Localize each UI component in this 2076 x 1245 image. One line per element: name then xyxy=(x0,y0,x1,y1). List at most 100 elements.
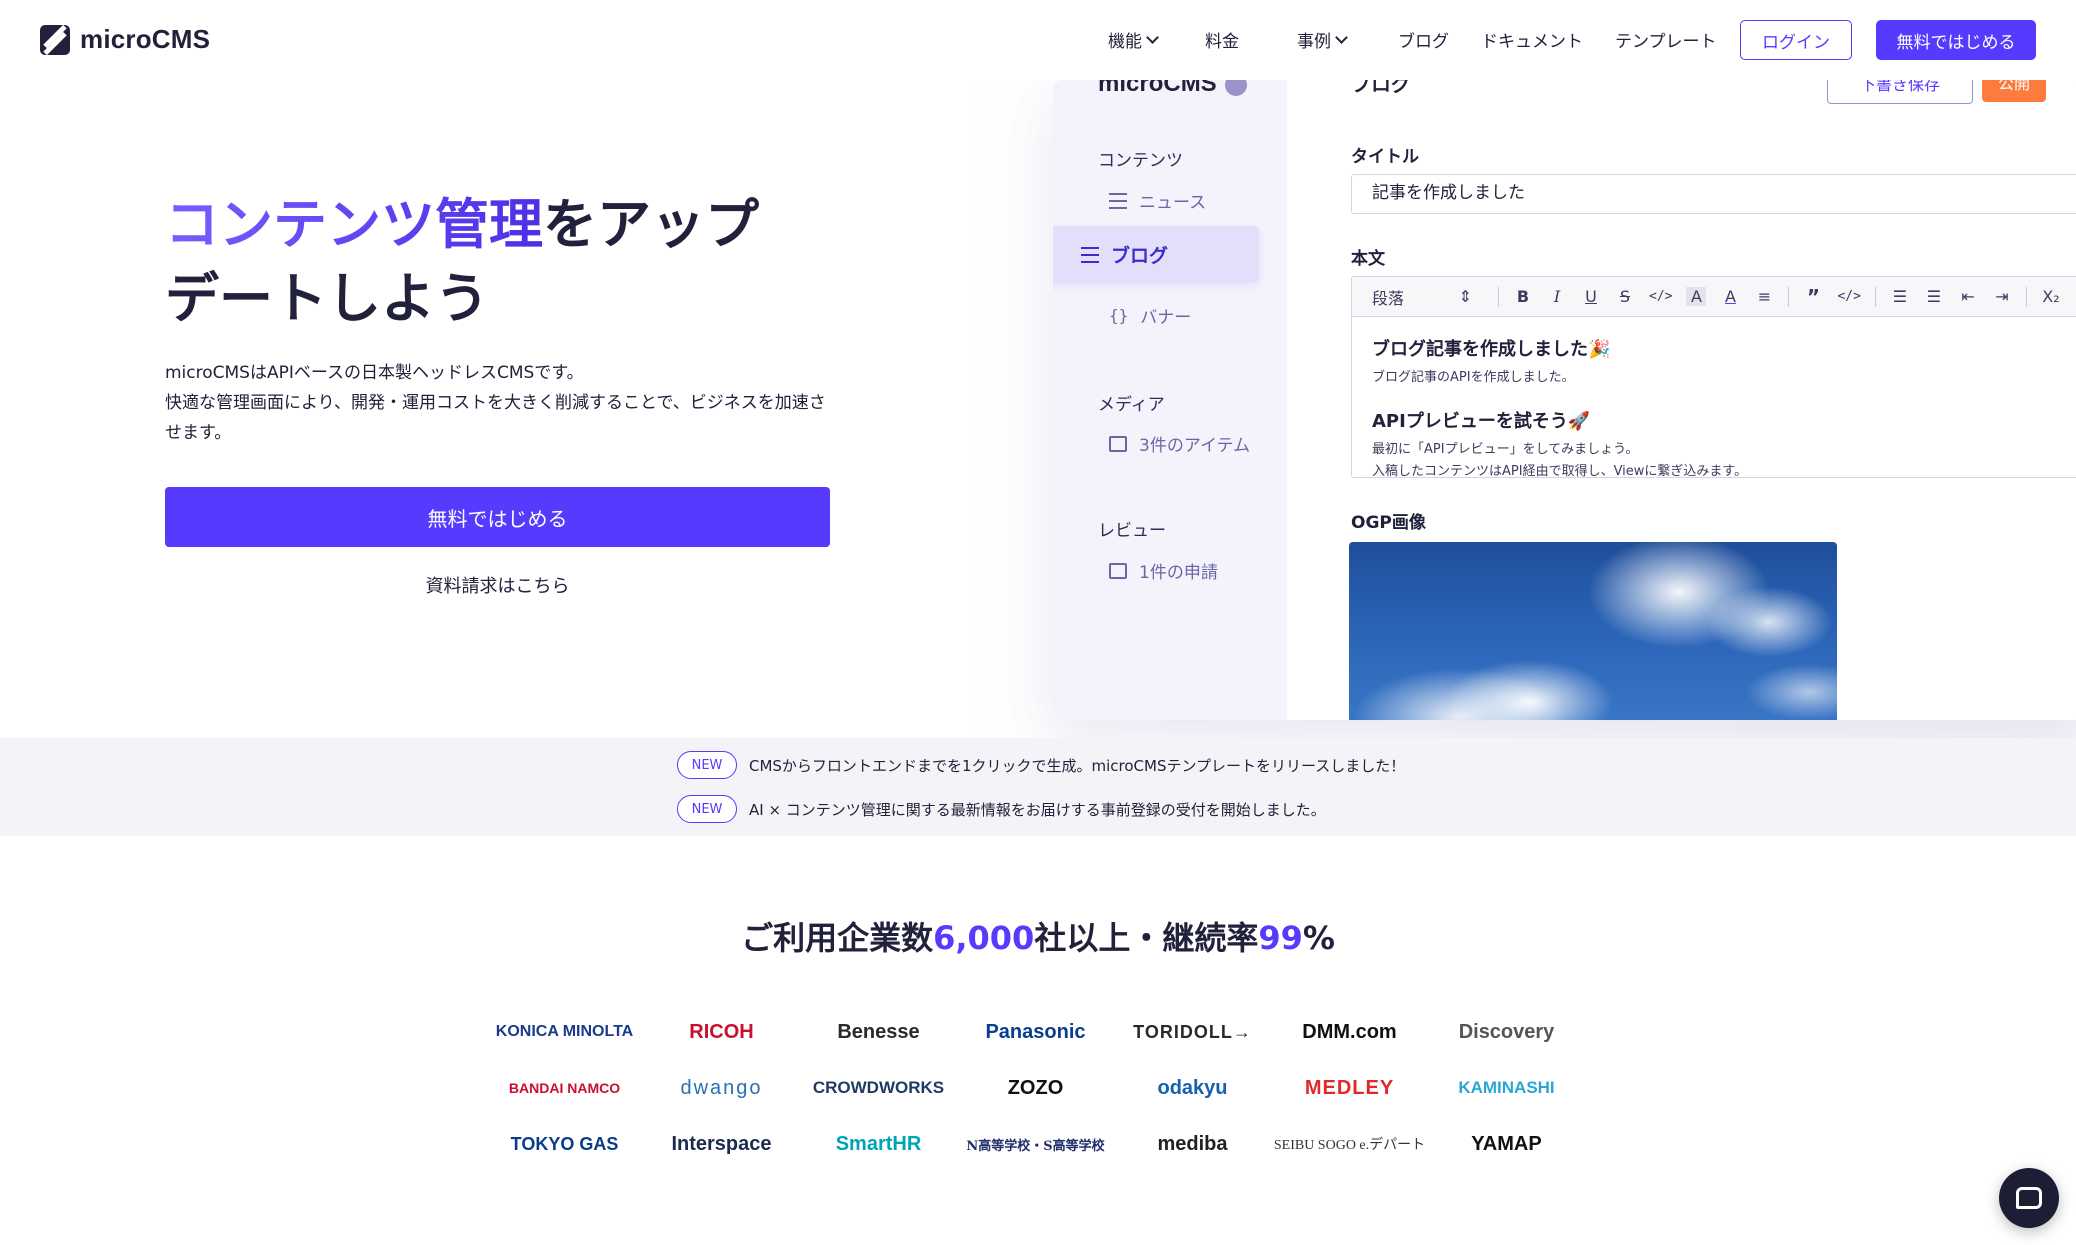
mock-brand: microCMS xyxy=(1098,80,1217,97)
toolbar-divider xyxy=(1788,286,1790,307)
sidebar-item-label: 1件の申請 xyxy=(1139,563,1218,583)
mock-title-label: タイトル xyxy=(1351,147,1419,167)
site-logo[interactable]: microCMS xyxy=(40,24,210,55)
logo-kaminashi: KAMINASHI xyxy=(1458,1078,1555,1097)
mock-editor-toolbar: 段落 ⇕ B I U S </> A A ≡ ” </> ☰ ☰ ⇤ ⇥ X₂ xyxy=(1352,277,2076,317)
sidebar-item-review: 1件の申請 xyxy=(1109,558,1218,583)
logo-bandai-namco: BANDAI NAMCO xyxy=(508,1080,621,1096)
sidebar-item-news: ニュース xyxy=(1109,188,1206,213)
highlight-icon: A xyxy=(1686,287,1707,306)
toolbar-divider xyxy=(1498,286,1499,307)
chevron-down-icon xyxy=(1146,30,1159,44)
paragraph-select-value: 段落 xyxy=(1372,288,1405,308)
inline-code-icon: </> xyxy=(1649,289,1673,304)
usage-stats-heading: ご利用企業数6,000社以上・継続率99% xyxy=(0,913,2076,959)
main-nav: 機能 料金 事例 ブログ ドキュメント テンプレート xyxy=(1108,27,1717,52)
sidebar-section-media: メディア xyxy=(1098,395,1165,415)
app-screenshot-mock: microCMS コンテンツ ニュース ブログ {} バナー メディア 3件のア… xyxy=(1053,80,2076,720)
mock-sidebar: microCMS コンテンツ ニュース ブログ {} バナー メディア 3件のア… xyxy=(1053,80,1287,720)
stats-middle: 社以上・継続率 xyxy=(1034,919,1259,957)
paragraph-select: 段落 ⇕ xyxy=(1372,285,1484,309)
mock-breadcrumb: ブログ xyxy=(1351,80,1411,96)
news-bar: NEW CMSからフロントエンドまでを1クリックで生成。microCMSテンプレ… xyxy=(0,738,2076,836)
chat-icon xyxy=(1109,562,1127,579)
bold-icon: B xyxy=(1516,287,1530,306)
chat-support-button[interactable] xyxy=(1999,1168,2059,1228)
header-start-free-button[interactable]: 無料ではじめる xyxy=(1876,20,2036,60)
nav-item-templates[interactable]: テンプレート xyxy=(1615,27,1717,52)
stats-companies: 6,000 xyxy=(933,919,1035,957)
strikethrough-icon: S xyxy=(1619,287,1631,306)
site-header: microCMS 機能 料金 事例 ブログ ドキュメント テンプレート ログイン… xyxy=(0,0,2076,80)
nav-label: ブログ xyxy=(1398,32,1449,52)
nav-item-blog[interactable]: ブログ xyxy=(1398,27,1449,52)
hero-title-rest-1: をアップ xyxy=(543,193,759,256)
new-badge: NEW xyxy=(677,751,737,779)
logo-row: KONICA MINOLTA RICOH Benesse Panasonic T… xyxy=(486,1004,1586,1060)
sidebar-item-blog: ブログ xyxy=(1081,241,1168,268)
mock-publish-button: 公開 xyxy=(1982,80,2046,102)
logo-ricoh: RICOH xyxy=(689,1020,754,1043)
new-badge: NEW xyxy=(677,795,737,823)
logo-dmm: DMM.com xyxy=(1302,1020,1397,1043)
bullet-list-icon: ☰ xyxy=(1926,287,1942,306)
align-icon: ≡ xyxy=(1757,287,1772,306)
nav-item-docs[interactable]: ドキュメント xyxy=(1481,27,1583,52)
logo-text: microCMS xyxy=(80,24,211,54)
nav-label: 機能 xyxy=(1108,32,1142,52)
ordered-list-icon: ☰ xyxy=(1892,287,1908,306)
logo-interspace: Interspace xyxy=(671,1132,772,1155)
news-item[interactable]: NEW AI × コンテンツ管理に関する最新情報をお届けする事前登録の受付を開始… xyxy=(677,795,1326,823)
logo-smarthr: SmartHR xyxy=(835,1132,922,1155)
news-text: AI × コンテンツ管理に関する最新情報をお届けする事前登録の受付を開始しました… xyxy=(749,800,1326,819)
quote-icon: ” xyxy=(1806,284,1821,309)
nav-label: 料金 xyxy=(1205,32,1239,52)
editor-heading-2: APIプレビューを試そう🚀 xyxy=(1372,411,1591,432)
sidebar-item-label: ブログ xyxy=(1111,245,1169,267)
hero-desc-line-1: microCMSはAPIベースの日本製ヘッドレスCMSです。 xyxy=(165,363,584,383)
logo-benesse: Benesse xyxy=(837,1020,920,1043)
stats-suffix: % xyxy=(1302,919,1335,957)
document-request-link[interactable]: 資料請求はこちら xyxy=(165,572,830,598)
mock-editor-pane: ブログ 下書き保存 公開 タイトル 記事を作成しました 本文 段落 ⇕ B I … xyxy=(1287,80,2076,720)
mock-save-draft-button: 下書き保存 xyxy=(1827,80,1973,104)
logo-panasonic: Panasonic xyxy=(985,1020,1086,1043)
nav-item-pricing[interactable]: 料金 xyxy=(1205,27,1239,52)
chevron-down-icon xyxy=(1335,30,1348,44)
news-item[interactable]: NEW CMSからフロントエンドまでを1クリックで生成。microCMSテンプレ… xyxy=(677,751,1405,779)
toolbar-divider xyxy=(2025,286,2027,307)
gear-icon xyxy=(1225,80,1247,96)
logo-zozo: ZOZO xyxy=(1007,1076,1064,1099)
nav-label: ドキュメント xyxy=(1481,32,1583,52)
italic-icon: I xyxy=(1553,287,1561,306)
editor-paragraph-2: 最初に「APIプレビュー」をしてみましょう。 xyxy=(1372,442,1639,457)
nav-item-features[interactable]: 機能 xyxy=(1108,27,1159,52)
logo-row: BANDAI NAMCO dwango CROWDWORKS ZOZO odak… xyxy=(486,1060,1586,1116)
chat-bubble-icon xyxy=(2016,1187,2042,1209)
mock-rich-editor: 段落 ⇕ B I U S </> A A ≡ ” </> ☰ ☰ ⇤ ⇥ X₂ … xyxy=(1351,276,2076,478)
mock-editor-body: ブログ記事を作成しました🎉 ブログ記事のAPIを作成しました。 APIプレビュー… xyxy=(1352,317,2076,477)
logo-toridoll: TORIDOLL→ xyxy=(1133,1021,1252,1042)
hero-title-accent: コンテンツ管理 xyxy=(165,193,543,256)
logo-discovery: Discovery xyxy=(1458,1020,1555,1043)
news-text: CMSからフロントエンドまでを1クリックで生成。microCMSテンプレートをリ… xyxy=(749,756,1406,775)
logo-odakyu: odakyu xyxy=(1157,1076,1228,1099)
editor-paragraph-1: ブログ記事のAPIを作成しました。 xyxy=(1372,370,1575,385)
logo-n-high-school: N高等学校・S高等学校 xyxy=(966,1138,1105,1154)
braces-icon: {} xyxy=(1109,306,1129,325)
logo-dwango: dwango xyxy=(680,1076,763,1099)
underline-icon: U xyxy=(1585,287,1597,306)
logo-mediba: mediba xyxy=(1157,1132,1228,1155)
hero-start-free-button[interactable]: 無料ではじめる xyxy=(165,487,830,547)
outdent-icon: ⇤ xyxy=(1961,287,1975,306)
hero-title-rest-2: デートしよう xyxy=(165,267,489,330)
logo-medley: MEDLEY xyxy=(1304,1076,1395,1099)
list-icon xyxy=(1081,246,1099,263)
updown-icon: ⇕ xyxy=(1458,287,1472,306)
sidebar-item-banner: {} バナー xyxy=(1109,303,1191,328)
login-button[interactable]: ログイン xyxy=(1740,20,1852,60)
hero-title: コンテンツ管理をアップ デートしよう xyxy=(165,188,805,336)
nav-item-cases[interactable]: 事例 xyxy=(1297,27,1348,52)
hero-description: microCMSはAPIベースの日本製ヘッドレスCMSです。 快適な管理画面によ… xyxy=(165,358,835,448)
mock-body-label: 本文 xyxy=(1351,249,1385,269)
